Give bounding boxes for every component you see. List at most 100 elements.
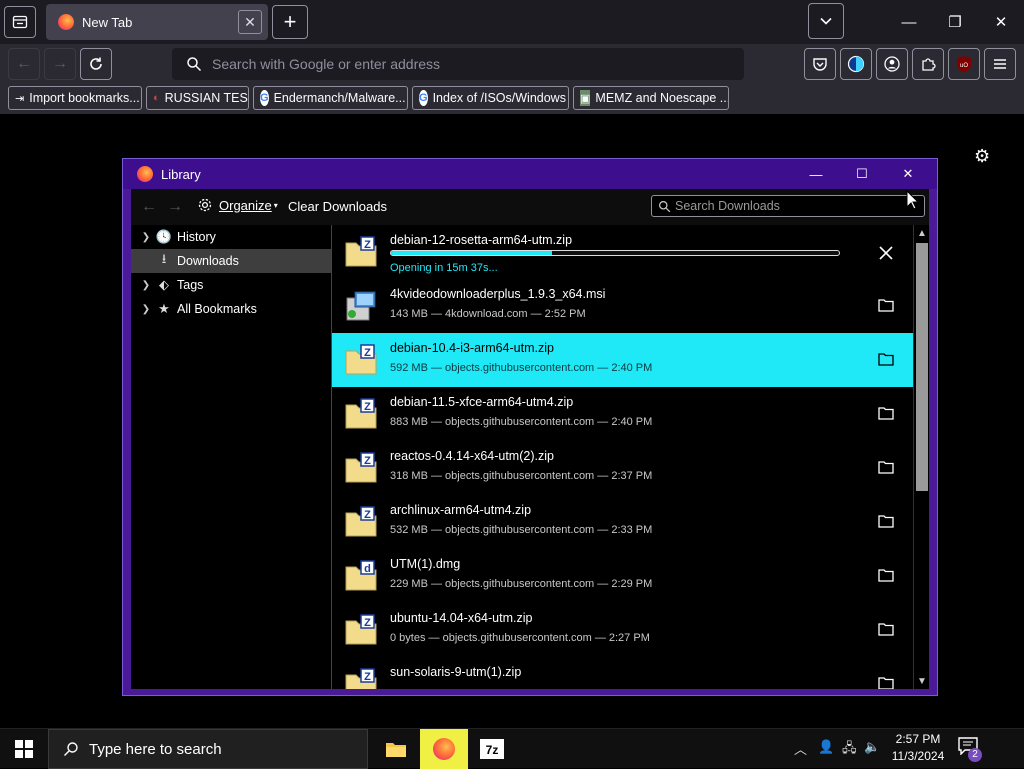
twisty-icon[interactable]: ❯: [139, 232, 153, 243]
scroll-up-icon[interactable]: ▲: [914, 225, 930, 241]
window-restore-button[interactable]: ❐: [932, 0, 978, 44]
twisty-icon[interactable]: ❯: [139, 280, 153, 291]
download-row[interactable]: Z reactos-0.4.14-x64-utm(2).zip 318 MB —…: [332, 441, 913, 495]
search-downloads-input[interactable]: [675, 199, 915, 213]
folder-icon: [878, 569, 894, 582]
download-name: debian-11.5-xfce-arm64-utm4.zip: [390, 395, 574, 409]
library-minimize-button[interactable]: —: [793, 159, 839, 189]
download-name: ubuntu-14.04-x64-utm.zip: [390, 611, 533, 625]
bookmark-russian-test[interactable]: ◐ RUSSIAN TEST: [146, 86, 249, 110]
svg-text:Z: Z: [364, 455, 371, 467]
back-button[interactable]: ←: [8, 48, 40, 80]
gear-icon[interactable]: ⚙: [974, 146, 990, 167]
url-bar[interactable]: [172, 48, 744, 80]
arrow-left-icon[interactable]: ←: [141, 198, 157, 216]
download-progress: [390, 250, 840, 256]
taskbar-search-label: Type here to search: [89, 740, 222, 758]
clock-icon: 🕓: [155, 229, 173, 244]
cancel-download-button[interactable]: [876, 243, 896, 263]
extension-button[interactable]: [840, 48, 872, 80]
forward-button[interactable]: →: [44, 48, 76, 80]
search-icon: [64, 742, 78, 756]
scrollbar-thumb[interactable]: [916, 243, 928, 491]
list-all-tabs-button[interactable]: [808, 3, 844, 39]
organize-button[interactable]: Organize ▾: [197, 197, 278, 213]
notification-center-button[interactable]: 2: [958, 737, 984, 762]
7zip-taskbar-button[interactable]: 7z: [468, 729, 516, 769]
library-maximize-button[interactable]: ☐: [839, 159, 885, 189]
taskbar-search[interactable]: Type here to search: [48, 729, 368, 769]
open-folder-button[interactable]: [876, 511, 896, 531]
arrow-right-icon[interactable]: →: [167, 198, 183, 216]
account-button[interactable]: [876, 48, 908, 80]
bookmark-endermanch[interactable]: G Endermanch/Malware...: [253, 86, 408, 110]
download-row[interactable]: Z debian-12-rosetta-arm64-utm.zip Openin…: [332, 225, 913, 279]
url-input[interactable]: [212, 56, 712, 72]
volume-icon[interactable]: 🔈: [864, 739, 880, 755]
window-close-button[interactable]: ✕: [978, 0, 1024, 44]
tree-item-downloads[interactable]: ⭳ Downloads: [131, 249, 331, 273]
open-folder-button[interactable]: [876, 619, 896, 639]
open-folder-button[interactable]: [876, 349, 896, 369]
library-titlebar[interactable]: Library — ☐ ✕: [123, 159, 937, 189]
twisty-icon[interactable]: ❯: [139, 304, 153, 315]
pocket-icon: [813, 58, 827, 71]
tab-close-button[interactable]: ✕: [238, 10, 262, 34]
bookmark-label: RUSSIAN TEST: [164, 91, 249, 105]
firefox-taskbar-button[interactable]: [420, 729, 468, 769]
bookmark-label: Index of /ISOs/Windows: [432, 91, 566, 105]
download-name: 4kvideodownloaderplus_1.9.3_x64.msi: [390, 287, 606, 301]
reload-button[interactable]: [80, 48, 112, 80]
zip-icon: Z: [345, 452, 377, 483]
bookmark-import[interactable]: ⇥ Import bookmarks...: [8, 86, 142, 110]
search-icon: [187, 57, 202, 72]
download-row[interactable]: Z archlinux-arm64-utm4.zip 532 MB — obje…: [332, 495, 913, 549]
ublock-button[interactable]: uO: [948, 48, 980, 80]
library-close-button[interactable]: ✕: [885, 159, 931, 189]
chevron-up-icon[interactable]: ︿: [794, 739, 807, 758]
svg-text:7z: 7z: [486, 743, 499, 757]
tree-item-history[interactable]: ❯ 🕓 History: [131, 225, 331, 249]
download-row[interactable]: Z ubuntu-14.04-x64-utm.zip 0 bytes — obj…: [332, 603, 913, 657]
start-button[interactable]: [0, 729, 48, 769]
scroll-down-icon[interactable]: ▼: [914, 673, 930, 689]
download-row[interactable]: 4kvideodownloaderplus_1.9.3_x64.msi 143 …: [332, 279, 913, 333]
nav-toolbar: ← → uO: [0, 44, 1024, 84]
download-row-selected[interactable]: Z debian-10.4-i3-arm64-utm.zip 592 MB — …: [332, 333, 913, 387]
tab-new-tab[interactable]: New Tab ✕: [46, 4, 268, 40]
tab-title: New Tab: [82, 14, 133, 30]
search-downloads-field[interactable]: [651, 195, 925, 217]
file-explorer-button[interactable]: [372, 729, 420, 769]
downloads-scrollbar[interactable]: ▲ ▼: [913, 225, 929, 689]
open-folder-button[interactable]: [876, 457, 896, 477]
download-row[interactable]: Z sun-solaris-9-utm(1).zip: [332, 657, 913, 689]
download-status: 592 MB — objects.githubusercontent.com —…: [390, 362, 653, 374]
extensions-button[interactable]: [912, 48, 944, 80]
download-status: Opening in 15m 37s...: [390, 262, 498, 274]
window-minimize-button[interactable]: —: [886, 0, 932, 44]
download-row[interactable]: d UTM(1).dmg 229 MB — objects.githubuser…: [332, 549, 913, 603]
menu-button[interactable]: [984, 48, 1016, 80]
bookmark-index-isos[interactable]: G Index of /ISOs/Windows: [412, 86, 569, 110]
bookmark-label: Endermanch/Malware...: [273, 91, 406, 105]
download-row[interactable]: Z debian-11.5-xfce-arm64-utm4.zip 883 MB…: [332, 387, 913, 441]
tree-item-tags[interactable]: ❯ ⬖ Tags: [131, 273, 331, 297]
open-folder-button[interactable]: [876, 565, 896, 585]
pocket-button[interactable]: [804, 48, 836, 80]
library-tree: ❯ 🕓 History ⭳ Downloads ❯ ⬖ Tags ❯ ★ All…: [131, 225, 331, 689]
mouse-cursor-icon: [906, 190, 920, 210]
bookmark-memz[interactable]: ▣ MEMZ and Noescape ...: [573, 86, 729, 110]
windows-logo-icon: [15, 740, 33, 758]
firefox-view-button[interactable]: [4, 6, 36, 38]
download-name: debian-12-rosetta-arm64-utm.zip: [390, 233, 573, 247]
open-folder-button[interactable]: [876, 673, 896, 689]
open-folder-button[interactable]: [876, 295, 896, 315]
tree-item-all-bookmarks[interactable]: ❯ ★ All Bookmarks: [131, 297, 331, 321]
new-tab-button[interactable]: +: [272, 5, 308, 39]
clear-downloads-button[interactable]: Clear Downloads: [288, 199, 387, 214]
open-folder-button[interactable]: [876, 403, 896, 423]
network-icon[interactable]: 🖧: [842, 739, 857, 761]
download-status: 883 MB — objects.githubusercontent.com —…: [390, 416, 653, 428]
taskbar-clock[interactable]: 2:57 PM 11/3/2024: [890, 731, 946, 765]
person-icon[interactable]: 👤: [818, 739, 834, 755]
